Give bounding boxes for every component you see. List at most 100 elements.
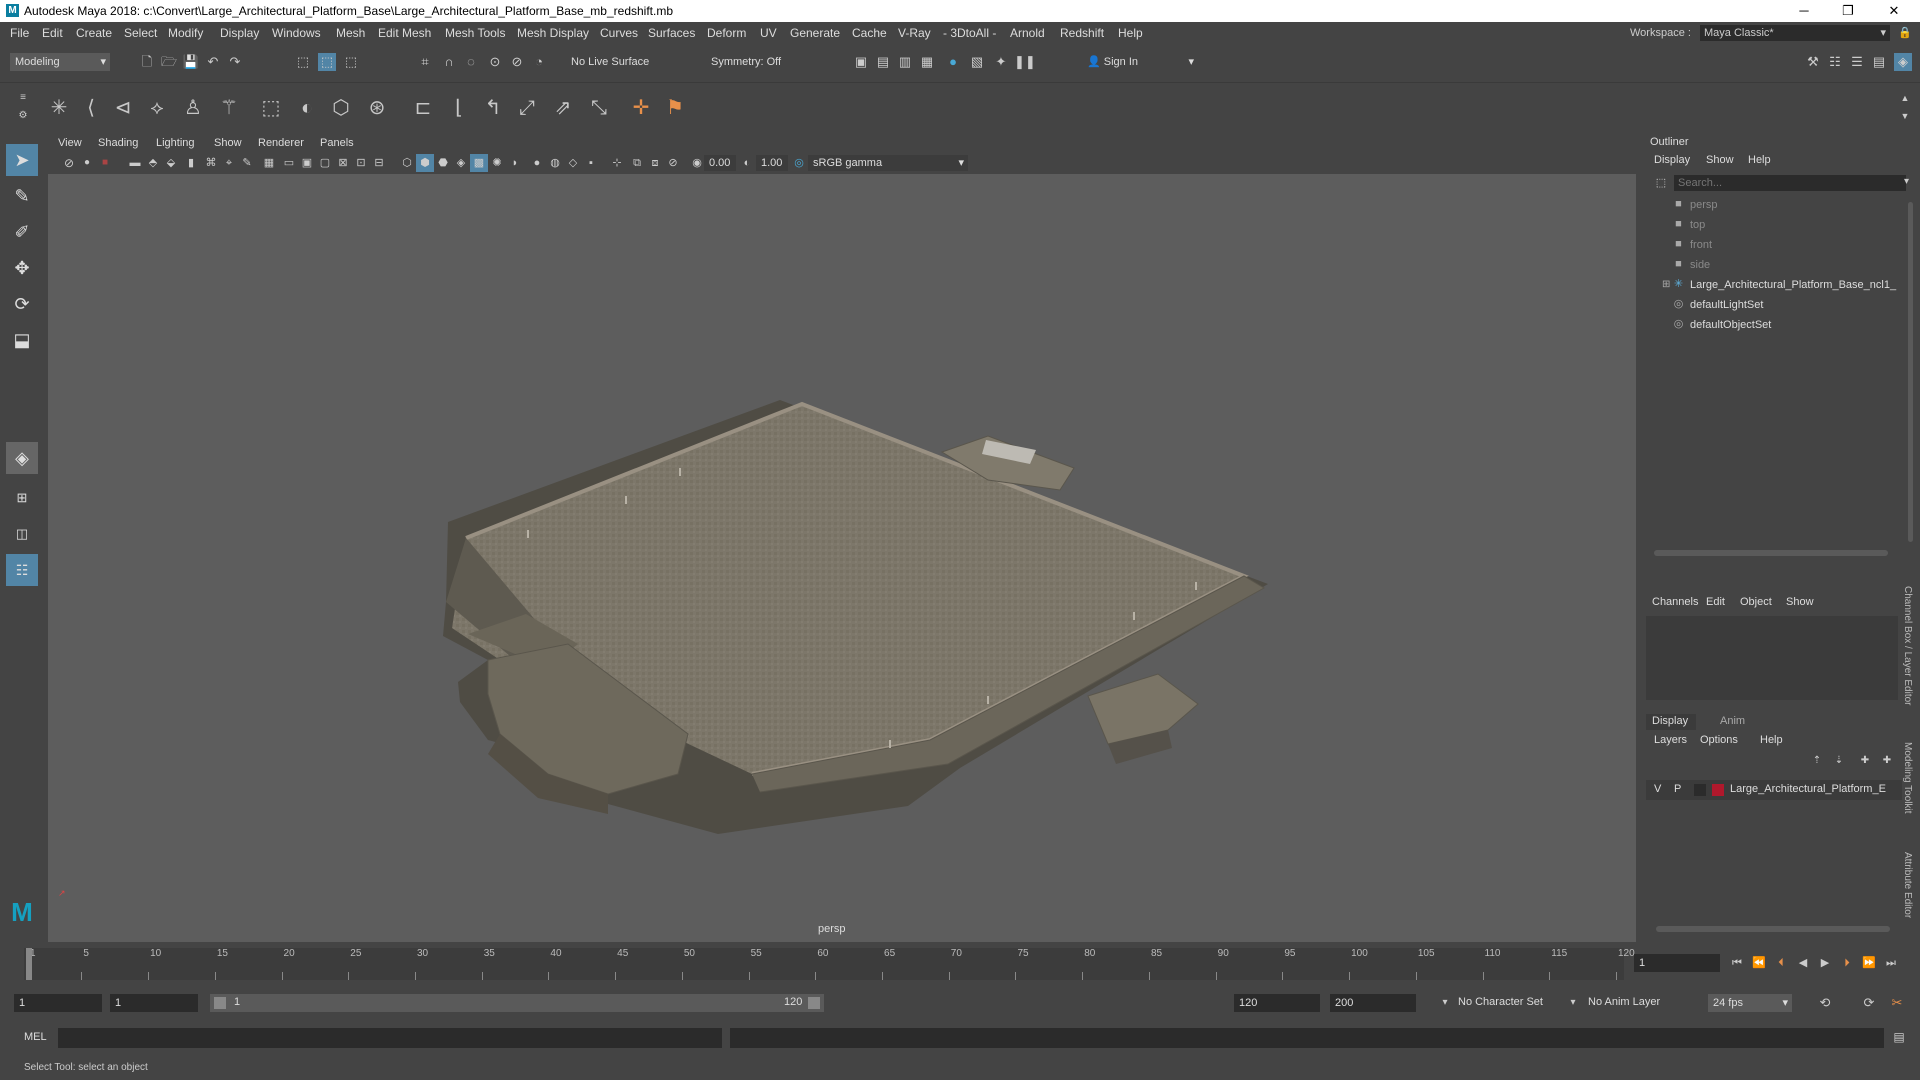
lattice-icon[interactable]: ⬡ <box>326 93 356 123</box>
menu-windows[interactable]: Windows <box>272 22 321 44</box>
panel-menu-view[interactable]: View <box>58 134 82 152</box>
outliner-row-persp[interactable]: persp ■ <box>1640 196 1910 214</box>
menu-mesh-display[interactable]: Mesh Display <box>517 22 589 44</box>
playback-end-field[interactable]: 120 <box>1234 994 1320 1012</box>
channelbox-menu-edit[interactable]: Edit <box>1706 596 1725 608</box>
panel-menu-panels[interactable]: Panels <box>320 134 354 152</box>
anim-layer-dropdown[interactable]: No Anim Layer <box>1588 996 1660 1008</box>
xray-icon[interactable]: ⊠ <box>334 154 352 172</box>
render-settings-icon[interactable]: ▦ <box>918 53 936 71</box>
playback-start-field[interactable]: 1 <box>110 994 198 1012</box>
safe-action-icon[interactable]: ▭ <box>280 154 298 172</box>
field-chart-icon[interactable]: ▦ <box>260 154 278 172</box>
anim-prefs-icon[interactable]: ✂ <box>1888 994 1906 1012</box>
two-view-icon[interactable]: ◫ <box>6 518 38 550</box>
outliner-menu-help[interactable]: Help <box>1748 154 1771 166</box>
menu-cache[interactable]: Cache <box>852 22 887 44</box>
command-input[interactable] <box>58 1028 722 1048</box>
outliner-vscrollbar[interactable] <box>1908 202 1913 542</box>
joint-tool-icon[interactable]: ✳ <box>44 93 74 123</box>
outliner-row-lightset[interactable]: defaultLightSet ◎ <box>1640 296 1910 314</box>
render-icon[interactable]: ▤ <box>874 53 892 71</box>
light-editor-icon[interactable]: ✦ <box>992 53 1010 71</box>
snap-view-icon[interactable]: ⊙ <box>486 53 504 71</box>
grease-pencil-icon[interactable]: ⬘ <box>144 154 162 172</box>
bookmark-icon[interactable]: ■ <box>96 154 114 172</box>
region-icon[interactable]: ⧈ <box>646 154 664 172</box>
exposure-field[interactable]: 0.00 <box>704 155 736 171</box>
select-object-icon[interactable]: ⬚ <box>318 53 336 71</box>
outliner-layout-icon[interactable]: ☷ <box>6 554 38 586</box>
new-layer-icon[interactable]: ✚ <box>1856 752 1874 770</box>
depth-of-field-icon[interactable]: ▪ <box>582 154 600 172</box>
channelbox-menu-channels[interactable]: Channels <box>1652 596 1698 608</box>
symmetry-dropdown[interactable]: Symmetry: Off <box>706 53 806 71</box>
time-ruler[interactable]: 1 5 10 15 20 25 30 35 40 45 50 55 60 65 70 75 80 85 90 95 10… <box>24 948 1635 980</box>
menu-uv[interactable]: UV <box>760 22 777 44</box>
outliner-row-top[interactable]: top ■ <box>1640 216 1910 234</box>
live-surface-field[interactable]: No Live Surface <box>566 53 662 71</box>
range-handle-end[interactable] <box>808 997 820 1009</box>
rotate-tool-icon[interactable]: ⟳ <box>6 288 38 320</box>
play-backward-icon[interactable]: ◀ <box>1794 954 1812 972</box>
step-back-icon[interactable]: ⏪ <box>1750 954 1768 972</box>
orient-constraint-icon[interactable]: ↰ <box>478 93 508 123</box>
move-tool-icon[interactable]: ✥ <box>6 252 38 284</box>
shadows-icon[interactable]: ◗ <box>506 154 524 172</box>
layer-playback-toggle[interactable]: P <box>1674 783 1681 795</box>
grid-toggle-icon[interactable]: ▮ <box>182 154 200 172</box>
start-time-field[interactable]: 1 <box>14 994 102 1012</box>
use-lights-icon[interactable]: ✺ <box>488 154 506 172</box>
hypershade-icon[interactable]: ● <box>944 53 962 71</box>
menu-mesh-tools[interactable]: Mesh Tools <box>445 22 505 44</box>
outliner-toggle-icon[interactable]: ◈ <box>1894 53 1912 71</box>
smooth-shade-icon[interactable]: ⬢ <box>416 154 434 172</box>
fps-dropdown[interactable]: 24 fps ▾ <box>1708 994 1792 1012</box>
pole-vector-icon[interactable]: ⤡ <box>584 93 614 123</box>
layer-color-swatch[interactable] <box>1712 784 1724 796</box>
motion-blur-icon[interactable]: ◍ <box>546 154 564 172</box>
four-view-icon[interactable]: ⊞ <box>6 482 38 514</box>
menu-surfaces[interactable]: Surfaces <box>648 22 695 44</box>
wireframe-icon[interactable]: ⬡ <box>398 154 416 172</box>
menu-file[interactable]: File <box>10 22 29 44</box>
outliner-row-objectset[interactable]: defaultObjectSet ◎ <box>1640 316 1910 334</box>
default-material-icon[interactable]: ◈ <box>452 154 470 172</box>
insert-joint-icon[interactable]: ⟡ <box>142 93 172 123</box>
select-tool-icon[interactable]: ➤ <box>6 144 38 176</box>
humanik-icon[interactable]: ♙ <box>178 93 208 123</box>
smooth-bind-icon[interactable]: ◐ <box>292 93 322 123</box>
outliner-search-input[interactable] <box>1674 175 1906 191</box>
xray-joints-icon[interactable]: ⊡ <box>352 154 370 172</box>
ambient-occlusion-icon[interactable]: ● <box>528 154 546 172</box>
render-view-icon[interactable]: ▣ <box>852 53 870 71</box>
expand-icon[interactable]: ⊞ <box>1662 279 1670 290</box>
menu-arnold[interactable]: Arnold <box>1010 22 1045 44</box>
outliner-row-platform[interactable]: ⊞ Large_Architectural_Platform_Base_ncl1… <box>1640 276 1910 294</box>
xray-active-icon[interactable]: ⊟ <box>370 154 388 172</box>
chevron-down-icon[interactable]: ▾ <box>1904 176 1909 187</box>
panel-menu-shading[interactable]: Shading <box>98 134 138 152</box>
close-button[interactable]: ✕ <box>1872 0 1916 22</box>
lock-icon[interactable]: 🔒 <box>1896 24 1914 42</box>
point-constraint-icon[interactable]: ⌊ <box>444 93 474 123</box>
gamma-icon[interactable]: ◐ <box>738 154 756 172</box>
save-scene-icon[interactable]: 💾 <box>182 53 200 71</box>
script-editor-icon[interactable]: ▤ <box>1890 1028 1908 1046</box>
sign-in-button[interactable]: 👤 Sign In ▾ <box>1082 53 1198 71</box>
menu-display[interactable]: Display <box>220 22 259 44</box>
hud-icon[interactable]: ⧉ <box>628 154 646 172</box>
gate-mask-icon[interactable]: ✎ <box>238 154 256 172</box>
locator-icon[interactable]: ✛ <box>626 93 656 123</box>
select-component-icon[interactable]: ⬚ <box>342 53 360 71</box>
layer-reference-toggle[interactable] <box>1694 784 1706 796</box>
menu-curves[interactable]: Curves <box>600 22 638 44</box>
menu-edit-mesh[interactable]: Edit Mesh <box>378 22 431 44</box>
outliner-hscrollbar[interactable] <box>1654 550 1888 556</box>
go-to-start-icon[interactable]: ⏮ <box>1728 954 1746 972</box>
tool-settings-icon[interactable]: ☰ <box>1848 53 1866 71</box>
open-scene-icon[interactable]: 🗁 <box>160 53 178 71</box>
panel-menu-renderer[interactable]: Renderer <box>258 134 304 152</box>
ik-handle-icon[interactable]: ⟨ <box>76 93 106 123</box>
color-management-icon[interactable]: ◎ <box>790 154 808 172</box>
